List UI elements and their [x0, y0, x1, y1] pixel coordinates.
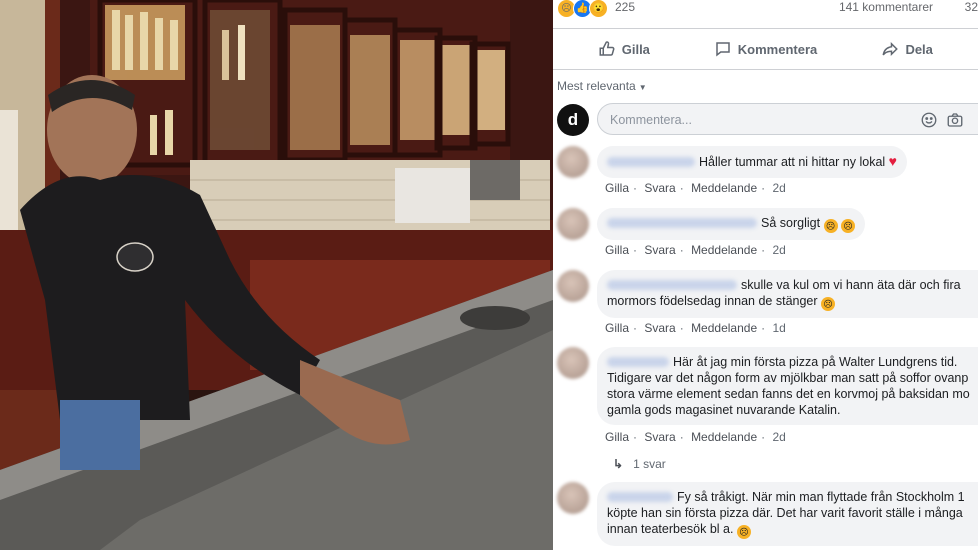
reaction-count[interactable]: 225 — [615, 0, 635, 14]
thumbs-up-icon — [599, 41, 615, 56]
avatar[interactable] — [557, 482, 589, 514]
comment-label: Kommentera — [737, 41, 818, 57]
reply-link[interactable]: Svara — [644, 243, 675, 257]
comment-bubble: Håller tummar att ni hittar ny lokal ♥ — [597, 146, 907, 178]
comment-text: Här åt jag min första pizza på Walter Lu… — [673, 355, 958, 369]
comment-text: Håller tummar att ni hittar ny lokal — [699, 155, 886, 169]
comment-count[interactable]: 141 kommentarer — [839, 0, 933, 14]
comment-text-line: Tidigare var det någon form av mjölkbar … — [607, 371, 969, 385]
like-button[interactable]: Gilla — [553, 30, 695, 68]
comment-bubble: skulle va kul om vi hann äta där och fir… — [597, 270, 978, 318]
comment-placeholder: Kommentera... — [610, 113, 692, 127]
comment-text-line: stora värme element sedan fanns det en k… — [607, 387, 970, 401]
sad-face-icon: ☹ — [823, 219, 838, 233]
comment-bubble: Så sorgligt ☹ ☹ — [597, 208, 866, 240]
reply-link[interactable]: Svara — [644, 321, 675, 335]
timestamp[interactable]: 2d — [772, 243, 785, 257]
commenter-name-redacted[interactable] — [607, 280, 737, 290]
comment-meta: Gilla · Svara · Meddelande · 1d — [605, 321, 786, 335]
reply-link[interactable]: Svara — [644, 430, 675, 444]
facebook-comments-panel: ☹ 👍 😮 225 141 kommentarer 32 Gilla Komme… — [553, 0, 978, 550]
comment-meta: Gilla · Svara · Meddelande · 2d — [605, 243, 786, 257]
reaction-icons[interactable]: ☹ 👍 😮 — [557, 0, 608, 18]
commenter-name-redacted[interactable] — [607, 492, 673, 502]
caret-down-icon: ▼ — [638, 83, 647, 92]
like-link[interactable]: Gilla — [605, 321, 629, 335]
commenter-name-redacted[interactable] — [607, 357, 669, 367]
share-icon — [882, 41, 899, 57]
reply-link[interactable]: Svara — [644, 181, 675, 195]
comment-composer: d Kommentera... — [557, 103, 978, 137]
avatar[interactable] — [557, 208, 589, 240]
commenter-name-redacted[interactable] — [607, 218, 757, 228]
message-link[interactable]: Meddelande — [691, 243, 757, 257]
like-link[interactable]: Gilla — [605, 243, 629, 257]
avatar[interactable] — [557, 270, 589, 302]
timestamp[interactable]: 2d — [772, 430, 785, 444]
heart-icon: ♥ — [888, 153, 897, 169]
message-link[interactable]: Meddelande — [691, 321, 757, 335]
message-link[interactable]: Meddelande — [691, 430, 757, 444]
comment-text-line: köpte han sin första pizza där. Det har … — [607, 506, 963, 520]
sad-face-icon: ☹ — [736, 525, 751, 539]
sort-label: Mest relevanta — [557, 79, 636, 93]
wow-reaction-icon: 😮 — [589, 0, 608, 18]
share-button[interactable]: Dela — [836, 30, 978, 68]
emoji-icon[interactable] — [920, 111, 938, 129]
sad-face-icon: ☹ — [821, 297, 836, 311]
message-link[interactable]: Meddelande — [691, 181, 757, 195]
comment-bubble: Fy så tråkigt. När min man flyttade från… — [597, 482, 978, 546]
divider — [553, 69, 978, 70]
reaction-bar: ☹ 👍 😮 225 141 kommentarer 32 — [553, 0, 978, 18]
comment-text: Fy så tråkigt. När min man flyttade från… — [677, 490, 965, 504]
camera-icon[interactable] — [946, 111, 964, 129]
comment-meta: Gilla · Svara · Meddelande · 2d — [605, 181, 786, 195]
page-avatar[interactable]: d — [557, 104, 589, 136]
comment-text-line: mormors födelsedag innan de stänger — [607, 294, 818, 308]
replies-count: 1 svar — [633, 457, 666, 471]
avatar[interactable] — [557, 347, 589, 379]
view-replies-link[interactable]: ↳ 1 svar — [613, 457, 666, 471]
share-count[interactable]: 32 — [965, 0, 978, 14]
commenter-name-redacted[interactable] — [607, 157, 695, 167]
comment-text: skulle va kul om vi hann äta där och fir… — [741, 278, 961, 292]
avatar[interactable] — [557, 146, 589, 178]
comment-sort-dropdown[interactable]: Mest relevanta ▼ — [557, 79, 647, 93]
post-actions: Gilla Kommentera Dela — [553, 30, 978, 68]
like-link[interactable]: Gilla — [605, 181, 629, 195]
timestamp[interactable]: 1d — [772, 321, 785, 335]
comment-button[interactable]: Kommentera — [695, 30, 837, 68]
timestamp[interactable]: 2d — [772, 181, 785, 195]
restaurant-photo — [0, 0, 553, 550]
comment-meta: Gilla · Svara · Meddelande · 2d — [605, 430, 786, 444]
reply-arrow-icon: ↳ — [613, 457, 624, 471]
comment-bubble: Här åt jag min första pizza på Walter Lu… — [597, 347, 978, 425]
share-label: Dela — [905, 41, 933, 57]
comment-input[interactable]: Kommentera... — [597, 103, 978, 135]
sad-face-icon: ☹ — [841, 219, 856, 233]
comment-text-line: innan teaterbesök bl a. — [607, 522, 734, 536]
like-label: Gilla — [621, 41, 650, 57]
comment-text-line: gamla gods magasinet nuvarande Katalin. — [607, 403, 841, 417]
comment-icon — [716, 42, 730, 57]
comment-text: Så sorgligt — [761, 216, 821, 230]
divider — [553, 28, 978, 29]
like-link[interactable]: Gilla — [605, 430, 629, 444]
